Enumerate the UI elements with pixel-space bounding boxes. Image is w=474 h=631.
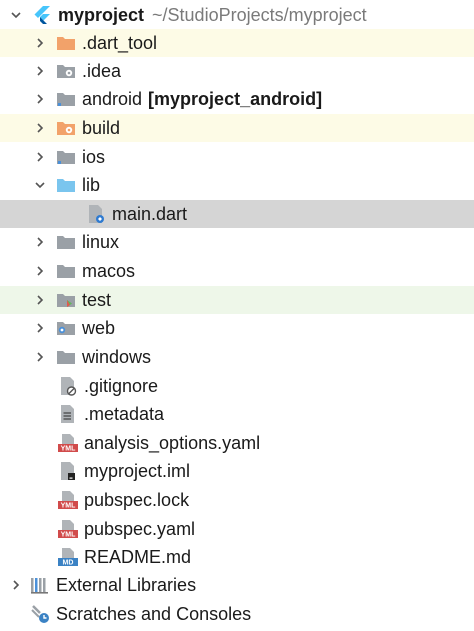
folder-icon	[56, 261, 76, 281]
flutter-icon	[32, 5, 52, 25]
yaml-file-icon: YML	[58, 519, 78, 539]
tree-item-external-libraries[interactable]: External Libraries	[0, 571, 474, 599]
tree-item-gitignore[interactable]: .gitignore	[0, 372, 474, 400]
tree-item-label: android	[82, 88, 143, 109]
module-name: [myproject_android]	[148, 88, 323, 109]
scratches-icon	[30, 604, 50, 624]
tree-item-test[interactable]: test	[0, 286, 474, 314]
ignore-file-icon	[58, 376, 78, 396]
chevron-right-icon[interactable]	[32, 120, 48, 136]
tree-item-web[interactable]: web	[0, 314, 474, 342]
folder-icon	[56, 232, 76, 252]
tree-item-dart-tool[interactable]: .dart_tool	[0, 29, 474, 57]
tree-item-lib[interactable]: lib	[0, 171, 474, 199]
svg-text:YML: YML	[61, 446, 77, 453]
iml-file-icon	[58, 461, 78, 481]
svg-text:YML: YML	[61, 532, 77, 539]
folder-module-icon	[56, 89, 76, 109]
yaml-file-icon: YML	[58, 490, 78, 510]
tree-item-label: analysis_options.yaml	[84, 432, 261, 453]
folder-web-icon	[56, 318, 76, 338]
tree-item-label: pubspec.lock	[84, 489, 190, 510]
project-tree: myproject ~/StudioProjects/myproject .da…	[0, 0, 474, 631]
tree-item-label: External Libraries	[56, 574, 197, 595]
tree-item-android[interactable]: android [myproject_android]	[0, 85, 474, 113]
folder-icon	[56, 347, 76, 367]
chevron-right-icon[interactable]	[32, 292, 48, 308]
chevron-down-icon[interactable]	[8, 7, 24, 23]
tree-item-label: web	[82, 317, 116, 338]
libraries-icon	[30, 575, 50, 595]
tree-item-label: .gitignore	[84, 375, 159, 396]
text-file-icon	[58, 404, 78, 424]
tree-item-label: main.dart	[112, 203, 188, 224]
svg-text:YML: YML	[61, 503, 77, 510]
tree-item-pubspec-lock[interactable]: YML pubspec.lock	[0, 486, 474, 514]
chevron-right-icon[interactable]	[32, 320, 48, 336]
tree-item-label: myproject.iml	[84, 460, 191, 481]
folder-settings-icon	[56, 61, 76, 81]
tree-item-label: .metadata	[84, 403, 165, 424]
tree-item-scratches[interactable]: Scratches and Consoles	[0, 600, 474, 628]
tree-item-windows[interactable]: windows	[0, 343, 474, 371]
chevron-right-icon[interactable]	[32, 263, 48, 279]
tree-item-linux[interactable]: linux	[0, 228, 474, 256]
tree-item-label: README.md	[84, 546, 192, 567]
tree-item-label: windows	[82, 346, 152, 367]
svg-text:MD: MD	[63, 560, 74, 567]
tree-item-label: pubspec.yaml	[84, 518, 196, 539]
chevron-right-icon[interactable]	[32, 91, 48, 107]
root-name: myproject	[58, 4, 145, 25]
yaml-file-icon: YML	[58, 433, 78, 453]
tree-item-label: macos	[82, 260, 136, 281]
tree-item-macos[interactable]: macos	[0, 257, 474, 285]
root-path: ~/StudioProjects/myproject	[152, 4, 367, 25]
tree-item-label: test	[82, 289, 112, 310]
markdown-file-icon: MD	[58, 547, 78, 567]
tree-item-readme[interactable]: MD README.md	[0, 543, 474, 571]
tree-item-metadata[interactable]: .metadata	[0, 400, 474, 428]
tree-item-label: .idea	[82, 60, 122, 81]
chevron-right-icon[interactable]	[32, 35, 48, 51]
dart-file-icon	[86, 204, 106, 224]
tree-root-row[interactable]: myproject ~/StudioProjects/myproject	[0, 1, 474, 29]
tree-item-label: build	[82, 117, 121, 138]
chevron-right-icon[interactable]	[32, 63, 48, 79]
folder-source-icon	[56, 175, 76, 195]
chevron-right-icon[interactable]	[32, 149, 48, 165]
tree-item-label: linux	[82, 231, 120, 252]
chevron-right-icon[interactable]	[32, 234, 48, 250]
tree-item-ios[interactable]: ios	[0, 143, 474, 171]
tree-item-pubspec-yaml[interactable]: YML pubspec.yaml	[0, 515, 474, 543]
tree-item-label: ios	[82, 146, 106, 167]
chevron-right-icon[interactable]	[32, 349, 48, 365]
tree-item-label: Scratches and Consoles	[56, 603, 252, 624]
tree-item-build[interactable]: build	[0, 114, 474, 142]
tree-item-label: lib	[82, 174, 101, 195]
tree-item-main-dart[interactable]: main.dart	[0, 200, 474, 228]
folder-orange-icon	[56, 33, 76, 53]
chevron-down-icon[interactable]	[32, 177, 48, 193]
tree-item-iml[interactable]: myproject.iml	[0, 457, 474, 485]
tree-item-analysis-options[interactable]: YML analysis_options.yaml	[0, 429, 474, 457]
chevron-right-icon[interactable]	[8, 577, 24, 593]
folder-module-icon	[56, 147, 76, 167]
tree-item-label: .dart_tool	[82, 32, 158, 53]
tree-item-idea[interactable]: .idea	[0, 57, 474, 85]
folder-test-icon	[56, 290, 76, 310]
folder-orange-settings-icon	[56, 118, 76, 138]
